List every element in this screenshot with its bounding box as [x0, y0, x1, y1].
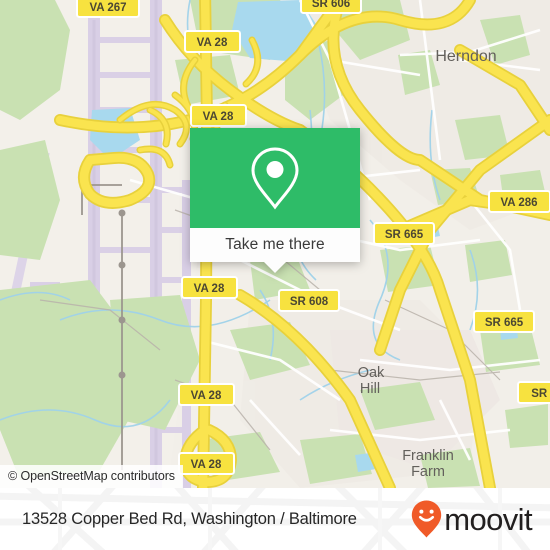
svg-text:SR 665: SR 665: [385, 229, 424, 241]
road-shield: VA 28: [190, 104, 247, 127]
place-label: Hill: [360, 381, 380, 397]
svg-text:VA 28: VA 28: [197, 37, 228, 49]
moovit-wordmark: moovit: [444, 501, 532, 537]
osm-attribution: © OpenStreetMap contributors: [0, 465, 183, 488]
address-text: 13528 Copper Bed Rd, Washington / Baltim…: [22, 509, 357, 528]
svg-text:SR 6: SR 6: [531, 388, 550, 400]
road-shield: SR 665: [373, 222, 435, 245]
svg-text:VA 28: VA 28: [191, 390, 222, 402]
map-screenshot: Herndon Oak Hill Franklin Farm VA 267 SR…: [0, 0, 550, 550]
map-pin-icon: [251, 147, 299, 210]
svg-text:VA 286: VA 286: [500, 197, 537, 209]
road-shield: VA 286: [488, 190, 550, 213]
svg-text:VA 267: VA 267: [89, 2, 126, 14]
footer-bar: 13528 Copper Bed Rd, Washington / Baltim…: [0, 488, 550, 550]
location-popup-card[interactable]: Take me there: [190, 128, 360, 273]
road-shield: SR 608: [278, 289, 340, 312]
road-shield: VA 28: [178, 383, 235, 406]
svg-text:SR 608: SR 608: [290, 296, 329, 308]
road-shield: VA 28: [181, 276, 238, 299]
svg-text:SR 606: SR 606: [312, 0, 350, 10]
road-shield: VA 267: [76, 0, 140, 18]
place-label: Oak: [358, 365, 385, 381]
place-label: Farm: [411, 464, 445, 480]
road-shield: VA 28: [178, 452, 235, 475]
take-me-there-button[interactable]: Take me there: [225, 236, 325, 254]
place-label: Franklin: [402, 448, 454, 464]
road-shield: SR 606: [300, 0, 362, 14]
popup-tail: [264, 262, 286, 273]
svg-text:VA 28: VA 28: [191, 459, 222, 471]
svg-text:SR 665: SR 665: [485, 317, 524, 329]
popup-pin-area: [190, 128, 360, 228]
road-shield: VA 28: [184, 30, 241, 53]
moovit-smiley-pin-icon: [412, 500, 442, 538]
moovit-logo: moovit: [410, 499, 533, 539]
popup-action-bar[interactable]: Take me there: [190, 228, 360, 273]
svg-text:VA 28: VA 28: [194, 283, 225, 295]
svg-text:VA 28: VA 28: [203, 111, 234, 123]
road-shield: SR 665: [473, 310, 535, 333]
road-shield: SR 6: [517, 381, 550, 404]
place-label: Herndon: [435, 48, 496, 65]
